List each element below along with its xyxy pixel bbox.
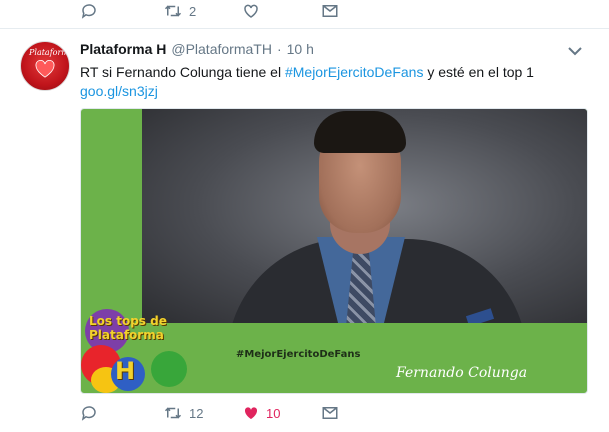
direct-message-button[interactable] [321,2,339,20]
envelope-icon [321,404,339,422]
envelope-icon [321,2,339,20]
tweet-text: RT si Fernando Colunga tiene el #MejorEj… [80,63,595,101]
heart-logo-icon [35,60,55,78]
tweet[interactable]: Plataforma Plataforma H @PlataformaTH · … [0,29,609,432]
more-options-button[interactable] [568,43,582,61]
reply-button[interactable] [80,404,104,422]
logo-text: Los tops de Plataforma [89,314,209,342]
tweet-text-suffix: y esté en el top 1 [423,64,534,80]
logo-line2: Plataforma [89,328,164,342]
tweet-header: Plataforma H @PlataformaTH · 10 h [80,41,314,57]
chevron-down-icon [568,43,582,60]
retweet-icon [163,404,183,422]
reply-button[interactable] [80,2,104,20]
portrait-photo [142,109,587,323]
tweet-time[interactable]: 10 h [287,41,314,57]
retweet-count: 12 [189,405,204,421]
retweet-button[interactable]: 12 [163,404,203,422]
like-button[interactable] [242,2,266,20]
avatar[interactable]: Plataforma [20,41,70,91]
retweet-button[interactable]: 2 [163,2,196,20]
logo-line1: Los tops de [89,314,167,328]
like-button[interactable]: 10 [242,404,280,422]
tweet-actions: 12 10 [0,399,609,429]
previous-tweet-actions: 2 [0,0,609,29]
author-handle[interactable]: @PlataformaTH [171,41,272,57]
heart-filled-icon [242,404,260,422]
separator: · [276,41,282,57]
media-hashtag: #MejorEjercitoDeFans [236,349,361,360]
logo-letter: H [115,357,136,385]
retweet-icon [163,2,183,20]
direct-message-button[interactable] [321,404,339,422]
tweet-media-image[interactable]: Los tops de Plataforma H #MejorEjercitoD… [80,108,588,394]
heart-outline-icon [242,2,260,20]
avatar-text: Plataforma [29,48,70,57]
reply-icon [80,404,98,422]
green-circle [151,351,187,387]
like-count: 10 [266,405,281,421]
url-link[interactable]: goo.gl/sn3jzj [80,83,158,99]
tweet-text-prefix: RT si Fernando Colunga tiene el [80,64,285,80]
reply-icon [80,2,98,20]
hair-shape [314,111,406,153]
author-name[interactable]: Plataforma H [80,41,166,57]
hashtag-link[interactable]: #MejorEjercitoDeFans [285,64,424,80]
media-signature: Fernando Colunga [396,365,528,381]
retweet-count: 2 [189,3,197,19]
